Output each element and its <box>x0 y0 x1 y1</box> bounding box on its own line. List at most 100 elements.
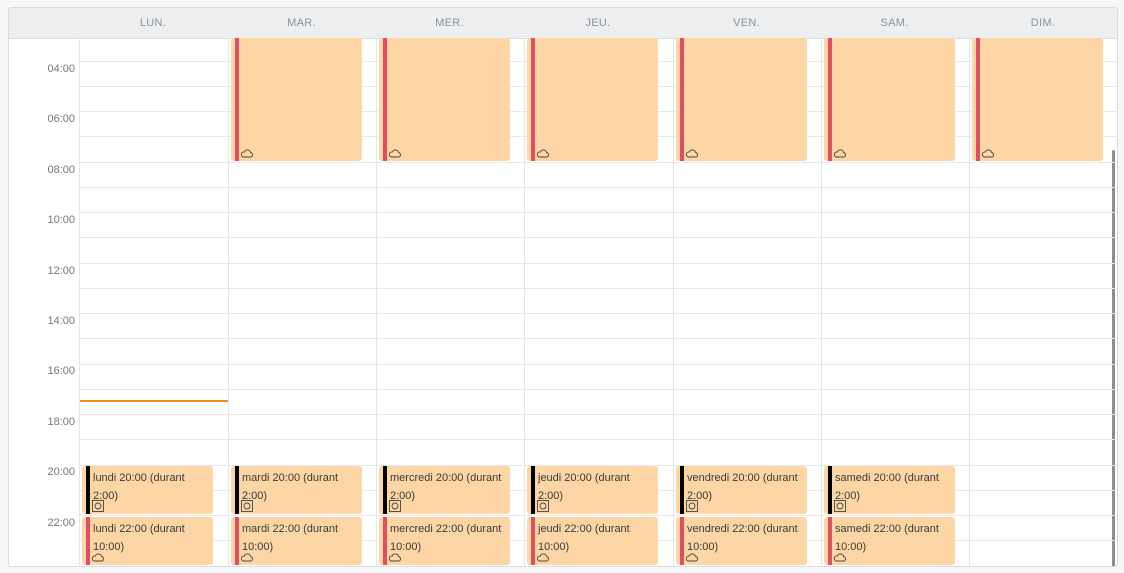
event-category-bar <box>383 517 387 565</box>
grid-line <box>79 439 1117 440</box>
day-header-wed[interactable]: MER. <box>376 8 523 38</box>
time-label-2000: 20:00 <box>47 466 75 478</box>
event-label: samedi 20:00 (durant 2:00) <box>835 472 939 502</box>
event-category-bar <box>680 38 684 161</box>
event-evening[interactable]: mercredi 20:00 (durant 2:00) <box>379 466 510 514</box>
grid-line <box>79 187 1117 188</box>
day-header-thu[interactable]: JEU. <box>524 8 672 38</box>
cloud-icon <box>685 149 698 158</box>
grid-line <box>79 162 1117 163</box>
gear-icon <box>686 500 698 512</box>
event-category-bar <box>235 517 239 565</box>
event-night[interactable]: vendredi 22:00 (durant 10:00) <box>676 517 807 565</box>
grid-line <box>79 515 1117 516</box>
time-label-0800: 08:00 <box>47 164 75 176</box>
event-category-bar <box>383 466 387 514</box>
cloud-icon <box>388 553 401 562</box>
grid-line <box>79 263 1117 264</box>
event-morning[interactable] <box>527 38 658 161</box>
event-label: vendredi 20:00 (durant 2:00) <box>687 472 798 502</box>
event-category-bar <box>235 38 239 161</box>
day-header-fri[interactable]: VEN. <box>673 8 820 38</box>
event-morning[interactable] <box>676 38 807 161</box>
gear-icon <box>834 500 846 512</box>
time-label-1200: 12:00 <box>47 265 75 277</box>
time-label-1600: 16:00 <box>47 365 75 377</box>
day-header-mon[interactable]: LUN. <box>79 8 227 38</box>
cloud-icon <box>833 149 846 158</box>
day-header-sun[interactable]: DIM. <box>969 8 1117 38</box>
cloud-icon <box>91 553 104 562</box>
event-category-bar <box>86 466 90 514</box>
event-evening[interactable]: jeudi 20:00 (durant 2:00) <box>527 466 658 514</box>
cloud-icon <box>388 149 401 158</box>
day-separator <box>524 38 525 566</box>
day-separator <box>673 38 674 566</box>
event-label: jeudi 20:00 (durant 2:00) <box>538 472 630 502</box>
time-grid[interactable]: 04:00 06:00 08:00 10:00 12:00 14:00 16:0… <box>9 38 1117 566</box>
event-category-bar <box>976 38 980 161</box>
grid-line <box>79 288 1117 289</box>
event-evening[interactable]: samedi 20:00 (durant 2:00) <box>824 466 955 514</box>
event-category-bar <box>235 466 239 514</box>
event-category-bar <box>680 466 684 514</box>
day-header-tue[interactable]: MAR. <box>228 8 375 38</box>
event-evening[interactable]: vendredi 20:00 (durant 2:00) <box>676 466 807 514</box>
event-category-bar <box>680 517 684 565</box>
cloud-icon <box>240 149 253 158</box>
day-header-sat[interactable]: SAM. <box>821 8 968 38</box>
event-category-bar <box>828 38 832 161</box>
event-morning[interactable] <box>231 38 362 161</box>
gear-icon <box>92 500 104 512</box>
grid-line <box>79 389 1117 390</box>
grid-line <box>79 338 1117 339</box>
day-separator <box>821 38 822 566</box>
event-night[interactable]: jeudi 22:00 (durant 10:00) <box>527 517 658 565</box>
day-separator <box>376 38 377 566</box>
time-label-1000: 10:00 <box>47 214 75 226</box>
event-label: samedi 22:00 (durant 10:00) <box>835 523 939 553</box>
cloud-icon <box>833 553 846 562</box>
gear-icon <box>389 500 401 512</box>
event-label: lundi 20:00 (durant 2:00) <box>93 472 185 502</box>
time-label-0600: 06:00 <box>47 113 75 125</box>
time-label-1400: 14:00 <box>47 315 75 327</box>
event-night[interactable]: lundi 22:00 (durant 10:00) <box>82 517 213 565</box>
grid-line <box>79 237 1117 238</box>
event-morning[interactable] <box>972 38 1103 161</box>
gear-icon <box>241 500 253 512</box>
event-category-bar <box>531 38 535 161</box>
grid-line <box>79 414 1117 415</box>
event-label: jeudi 22:00 (durant 10:00) <box>538 523 630 553</box>
day-separator <box>228 38 229 566</box>
event-category-bar <box>828 466 832 514</box>
event-category-bar <box>86 517 90 565</box>
event-label: mercredi 22:00 (durant 10:00) <box>390 523 502 553</box>
current-time-indicator <box>80 400 228 402</box>
gear-icon <box>537 500 549 512</box>
event-label: lundi 22:00 (durant 10:00) <box>93 523 185 553</box>
event-category-bar <box>531 517 535 565</box>
cloud-icon <box>981 149 994 158</box>
event-night[interactable]: mardi 22:00 (durant 10:00) <box>231 517 362 565</box>
grid-line <box>79 313 1117 314</box>
event-label: mardi 20:00 (durant 2:00) <box>242 472 338 502</box>
grid-line <box>79 364 1117 365</box>
cloud-icon <box>536 553 549 562</box>
time-label-0400: 04:00 <box>47 63 75 75</box>
event-category-bar <box>828 517 832 565</box>
cloud-icon <box>685 553 698 562</box>
event-morning[interactable] <box>824 38 955 161</box>
cloud-icon <box>240 553 253 562</box>
event-category-bar <box>383 38 387 161</box>
event-evening[interactable]: mardi 20:00 (durant 2:00) <box>231 466 362 514</box>
time-label-2200: 22:00 <box>47 517 75 529</box>
event-night[interactable]: mercredi 22:00 (durant 10:00) <box>379 517 510 565</box>
event-label: mercredi 20:00 (durant 2:00) <box>390 472 502 502</box>
event-morning[interactable] <box>379 38 510 161</box>
event-evening[interactable]: lundi 20:00 (durant 2:00) <box>82 466 213 514</box>
day-separator <box>969 38 970 566</box>
grid-line <box>79 212 1117 213</box>
day-header-row: LUN. MAR. MER. JEU. VEN. SAM. DIM. <box>9 8 1117 39</box>
event-night[interactable]: samedi 22:00 (durant 10:00) <box>824 517 955 565</box>
